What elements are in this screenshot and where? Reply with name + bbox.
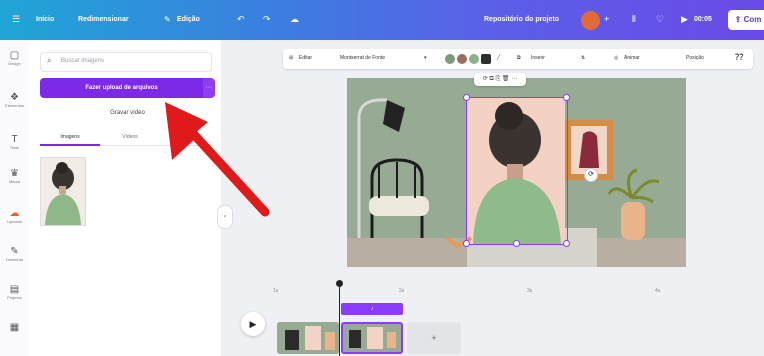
rail-label: Elementos — [5, 103, 24, 108]
playhead-knob[interactable] — [336, 280, 343, 287]
color-swatch[interactable] — [481, 54, 491, 64]
transparency-icon[interactable]: ⁇ — [735, 52, 743, 63]
uploads-panel: ⌕ Buscar imagens Fazer upload de arquivo… — [29, 40, 221, 356]
rail-item-brand[interactable]: ♛ Marca — [0, 168, 29, 184]
left-rail: ▢ Design ❖ Elementos T Texto ♛ Marca ☁ Upload… — [0, 40, 30, 356]
projects-icon: ▤ — [9, 284, 20, 295]
animate-button[interactable]: Animar — [624, 55, 640, 61]
timeline-tick: 3s — [527, 288, 533, 294]
apps-icon: ▦ — [9, 322, 20, 333]
rail-item-projects[interactable]: ▤ Projetos — [0, 284, 29, 300]
home-button[interactable]: Início — [36, 16, 54, 23]
chevron-left-icon: ‹ — [224, 214, 226, 220]
editor-toolbar: ⊞ Editar Montserrat de Fonte ▾ ╱ ⧉ Inser… — [283, 49, 753, 69]
position-button[interactable]: Posição — [686, 55, 704, 61]
play-duration[interactable]: 00:05 — [694, 16, 712, 23]
clip-thumbnail — [277, 322, 339, 354]
resize-handle[interactable] — [463, 94, 470, 101]
search-icon: ⌕ — [47, 56, 52, 65]
rail-item-draw[interactable]: ✎ Desenhar — [0, 246, 29, 262]
document-title[interactable]: Repositório do projeto — [484, 16, 559, 23]
upload-more-button[interactable]: ··· — [203, 78, 215, 98]
rail-item-text[interactable]: T Texto — [0, 134, 29, 150]
resize-handle[interactable] — [513, 240, 520, 247]
color-swatch[interactable] — [457, 54, 467, 64]
rail-label: Texto — [9, 145, 20, 150]
color-swatch[interactable] — [445, 54, 455, 64]
color-swatch[interactable] — [469, 54, 479, 64]
timeline-clip[interactable] — [277, 322, 339, 354]
resize-handle[interactable] — [563, 94, 570, 101]
comment-icon[interactable]: ♡ — [656, 14, 664, 25]
rail-label: Desenhar — [5, 257, 24, 262]
add-collaborator-icon[interactable]: + — [604, 14, 609, 24]
upload-files-button[interactable]: Fazer upload de arquivos — [40, 78, 203, 98]
undo-icon[interactable]: ↶ — [237, 14, 245, 25]
share-button[interactable]: ⇪ Com — [728, 10, 764, 30]
rail-item-elements[interactable]: ❖ Elementos — [0, 92, 29, 108]
rotate-icon[interactable]: ⟳ — [584, 168, 598, 182]
playhead[interactable] — [339, 282, 340, 356]
rail-item-uploads[interactable]: ☁ Uploads — [0, 208, 29, 224]
rail-label: Uploads — [7, 219, 22, 224]
top-bar: ☰ Início Redimensionar ✎ Edição ↶ ↷ ☁ Re… — [0, 0, 764, 40]
edit-image-icon[interactable]: ⊞ — [289, 55, 293, 61]
rail-item-apps[interactable]: ▦ — [0, 322, 29, 333]
thumbnail-illustration — [41, 158, 85, 225]
menu-icon[interactable]: ☰ — [12, 14, 20, 25]
search-input[interactable]: ⌕ Buscar imagens — [40, 52, 212, 72]
selection-frame[interactable] — [466, 97, 568, 245]
search-placeholder: Buscar imagens — [61, 58, 105, 64]
timeline-tick: 1s — [273, 288, 279, 294]
resize-handle[interactable] — [563, 240, 570, 247]
edit-button[interactable]: Editar — [299, 55, 312, 61]
collapse-panel-button[interactable]: ‹ — [217, 205, 233, 229]
selection-tools[interactable]: ⟳ ⧉ ⎘ 🗑 ··· — [474, 73, 526, 86]
edit-mode-dropdown[interactable]: Edição — [177, 16, 200, 23]
draw-icon: ✎ — [10, 246, 19, 257]
font-dropdown[interactable]: Montserrat de Fonte — [340, 55, 385, 61]
timeline-tick: 4s — [655, 288, 661, 294]
redo-icon[interactable]: ↷ — [263, 14, 271, 25]
clip-thumbnail — [343, 324, 401, 352]
add-clip-button[interactable]: + — [407, 322, 461, 354]
tab-images[interactable]: Imagens — [40, 134, 100, 140]
rail-label: Design — [8, 61, 21, 66]
text-icon: T — [11, 134, 18, 145]
analytics-icon[interactable]: ⫴ — [632, 14, 636, 25]
record-video-button[interactable]: Gravar vídeo — [40, 110, 215, 116]
timeline-tick: 2s — [399, 288, 405, 294]
timeline: 1s 2s 3s 4s ▶ ♪ + — [231, 276, 764, 356]
rail-item-design[interactable]: ▢ Design — [0, 50, 29, 66]
elements-icon: ❖ — [10, 92, 19, 103]
rail-label: Marca — [8, 179, 21, 184]
line-style-icon[interactable]: ╱ — [497, 55, 500, 61]
uploaded-image-thumbnail[interactable] — [40, 157, 86, 226]
flip-icon[interactable]: ⇅ — [581, 55, 585, 61]
uploads-icon: ☁ — [9, 208, 20, 219]
crop-icon[interactable]: ⧉ — [517, 55, 521, 61]
chevron-down-icon: ▾ — [424, 55, 427, 61]
resize-handle[interactable] — [463, 240, 470, 247]
tab-videos[interactable]: Vídeos — [100, 134, 160, 140]
cloud-icon: ☁ — [290, 14, 299, 24]
play-icon[interactable]: ▶ — [681, 14, 688, 25]
pencil-icon: ✎ — [164, 15, 171, 24]
resize-button[interactable]: Redimensionar — [78, 16, 129, 23]
design-icon: ▢ — [9, 50, 20, 61]
avatar[interactable] — [581, 11, 600, 30]
play-button[interactable]: ▶ — [241, 312, 265, 336]
upload-icon: ⇪ — [734, 15, 742, 24]
brand-icon: ♛ — [10, 168, 19, 179]
animate-icon[interactable]: ◎ — [614, 55, 618, 61]
timeline-clip-selected[interactable] — [341, 322, 403, 354]
tab-active-indicator — [40, 144, 100, 146]
rail-label: Projetos — [7, 295, 22, 300]
insert-button[interactable]: Inserir — [531, 55, 545, 61]
audio-clip[interactable]: ♪ — [341, 303, 403, 315]
share-label: Com — [743, 15, 762, 24]
